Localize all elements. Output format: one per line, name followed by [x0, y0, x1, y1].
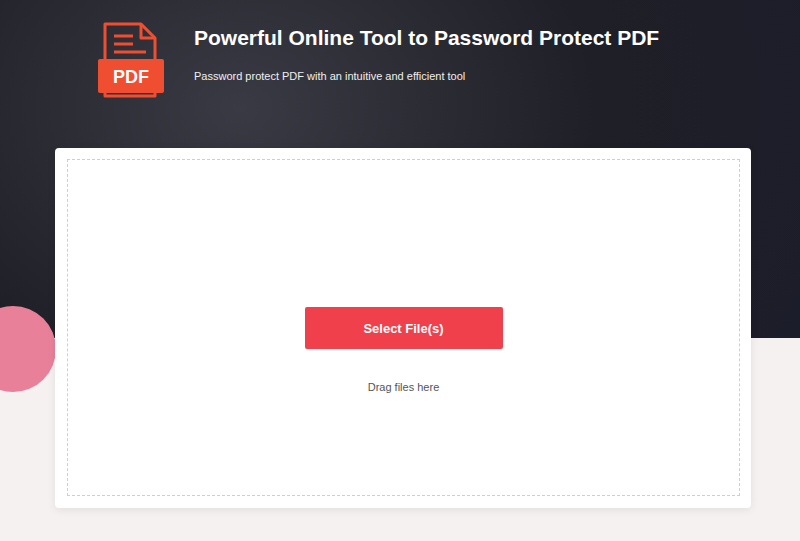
drag-hint: Drag files here	[368, 381, 440, 393]
page-title: Powerful Online Tool to Password Protect…	[194, 25, 659, 51]
pdf-file-icon: PDF	[97, 22, 165, 98]
page: PDF Powerful Online Tool to Password Prot…	[0, 0, 800, 541]
decor-circle	[0, 306, 56, 392]
hero-header: PDF Powerful Online Tool to Password Prot…	[0, 0, 800, 148]
header-text: Powerful Online Tool to Password Protect…	[194, 22, 659, 83]
select-files-button[interactable]: Select File(s)	[305, 307, 503, 349]
drop-zone[interactable]: Select File(s) Drag files here	[67, 159, 740, 496]
svg-text:PDF: PDF	[113, 67, 149, 87]
upload-card: Select File(s) Drag files here	[55, 148, 751, 508]
page-subtitle: Password protect PDF with an intuitive a…	[194, 69, 659, 83]
